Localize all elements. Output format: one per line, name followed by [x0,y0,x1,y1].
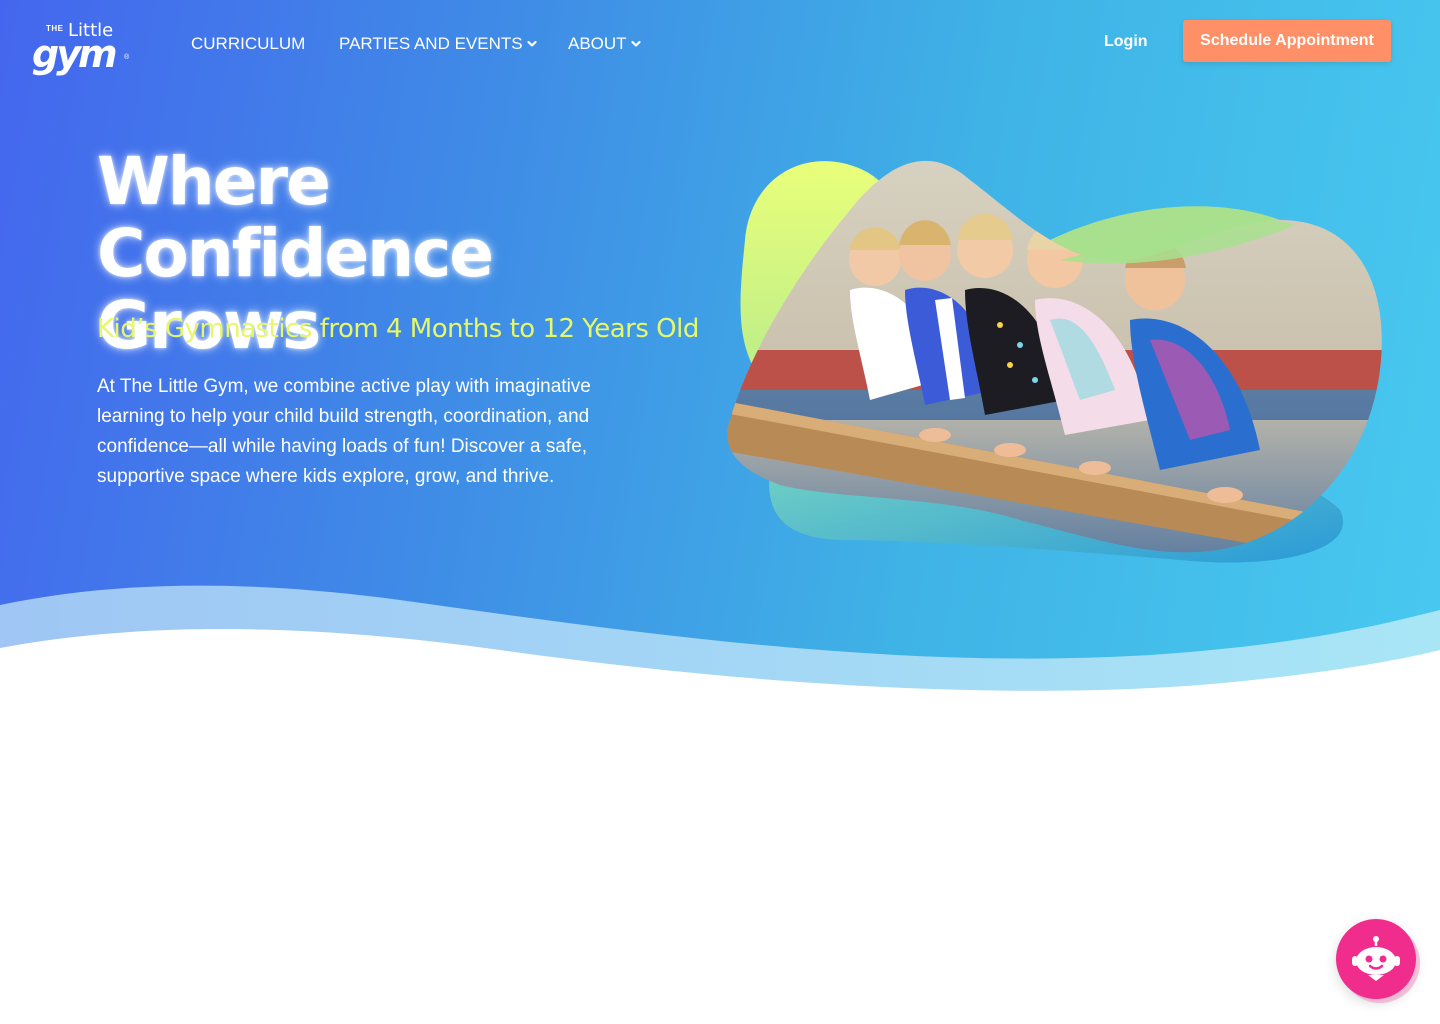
page: THE Little gym ® CURRICULUM PARTIES AND … [0,0,1440,1024]
hero-subtitle: Kid’s Gymnastics from 4 Months to 12 Yea… [97,314,699,344]
chevron-down-icon [630,40,641,47]
chatbot-launcher-button[interactable] [1336,919,1416,999]
nav-item-about[interactable]: ABOUT [568,34,641,54]
chevron-down-icon [526,40,537,47]
brand-logo[interactable]: THE Little gym ® [32,20,132,76]
gymnasts-photo [727,160,1382,563]
robot-icon [1352,936,1400,981]
nav-item-curriculum[interactable]: CURRICULUM [191,34,305,54]
nav-item-parties-and-events[interactable]: PARTIES AND EVENTS [339,34,537,54]
schedule-appointment-button[interactable]: Schedule Appointment [1183,20,1391,62]
hero-title-line-1: Where Confidence [97,143,494,292]
hero-wave-divider [0,585,1440,720]
nav-item-label: ABOUT [568,34,627,53]
login-link[interactable]: Login [1104,33,1148,51]
logo-gym-text: gym [32,32,118,76]
hero-section: THE Little gym ® CURRICULUM PARTIES AND … [0,0,1440,720]
hero-body-text: At The Little Gym, we combine active pla… [97,376,591,487]
nav-item-label: PARTIES AND EVENTS [339,34,523,53]
logo-registered-mark: ® [124,54,130,61]
nav-item-label: CURRICULUM [191,34,306,53]
